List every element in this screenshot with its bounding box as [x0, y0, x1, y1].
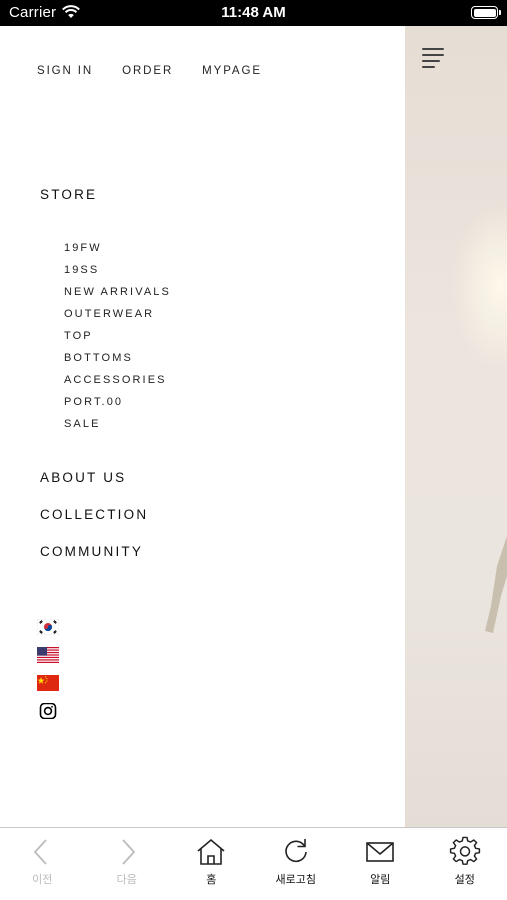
- menu-icon[interactable]: [422, 48, 446, 68]
- notification-label: 알림: [370, 873, 391, 886]
- store-item-port00[interactable]: PORT.00: [64, 395, 171, 417]
- mypage-link[interactable]: MYPAGE: [202, 65, 262, 77]
- collection-menu-item[interactable]: COLLECTION: [40, 507, 148, 522]
- community-menu-item[interactable]: COMMUNITY: [40, 544, 143, 559]
- china-flag-icon[interactable]: [37, 675, 59, 691]
- side-drawer: SIGN IN ORDER MYPAGE STORE 19FW 19SS NEW…: [0, 26, 405, 827]
- store-item-bottoms[interactable]: BOTTOMS: [64, 351, 171, 373]
- store-item-new-arrivals[interactable]: NEW ARRIVALS: [64, 285, 171, 307]
- forward-label: 다음: [116, 873, 137, 886]
- settings-button[interactable]: 설정: [423, 828, 507, 900]
- sign-in-link[interactable]: SIGN IN: [37, 65, 93, 77]
- background-image: [405, 26, 507, 827]
- store-item-19ss[interactable]: 19SS: [64, 263, 171, 285]
- home-icon: [197, 838, 225, 865]
- chevron-right-icon: [122, 839, 135, 865]
- about-us-menu-item[interactable]: ABOUT US: [40, 470, 126, 485]
- refresh-icon: [284, 839, 307, 863]
- back-label: 이전: [32, 873, 53, 886]
- order-link[interactable]: ORDER: [122, 65, 173, 77]
- store-submenu: 19FW 19SS NEW ARRIVALS OUTERWEAR TOP BOT…: [64, 241, 171, 439]
- store-menu-item[interactable]: STORE: [40, 187, 97, 202]
- home-label: 홈: [206, 873, 217, 886]
- store-item-sale[interactable]: SALE: [64, 417, 171, 439]
- clock: 11:48 AM: [221, 4, 286, 21]
- notification-button[interactable]: 알림: [338, 828, 423, 900]
- refresh-button[interactable]: 새로고침: [254, 828, 339, 900]
- store-item-top[interactable]: TOP: [64, 329, 171, 351]
- garment-image: [485, 536, 507, 633]
- chevron-left-icon: [34, 839, 47, 865]
- bottom-toolbar: 이전 다음 홈 새로고침 알림 설정: [0, 827, 507, 900]
- usa-flag-icon[interactable]: [37, 647, 59, 663]
- refresh-label: 새로고침: [275, 873, 316, 886]
- home-button[interactable]: 홈: [169, 828, 254, 900]
- battery-icon: [471, 6, 501, 19]
- korea-flag-icon[interactable]: [37, 619, 59, 635]
- settings-label: 설정: [454, 873, 475, 886]
- account-links: SIGN IN ORDER MYPAGE: [37, 65, 262, 77]
- mail-icon: [366, 842, 395, 862]
- store-item-outerwear[interactable]: OUTERWEAR: [64, 307, 171, 329]
- store-item-19fw[interactable]: 19FW: [64, 241, 171, 263]
- status-bar: Carrier 11:48 AM: [0, 0, 507, 26]
- store-item-accessories[interactable]: ACCESSORIES: [64, 373, 171, 395]
- instagram-icon[interactable]: [37, 703, 59, 719]
- gear-icon: [449, 836, 480, 865]
- back-button[interactable]: 이전: [0, 828, 85, 900]
- forward-button[interactable]: 다음: [85, 828, 170, 900]
